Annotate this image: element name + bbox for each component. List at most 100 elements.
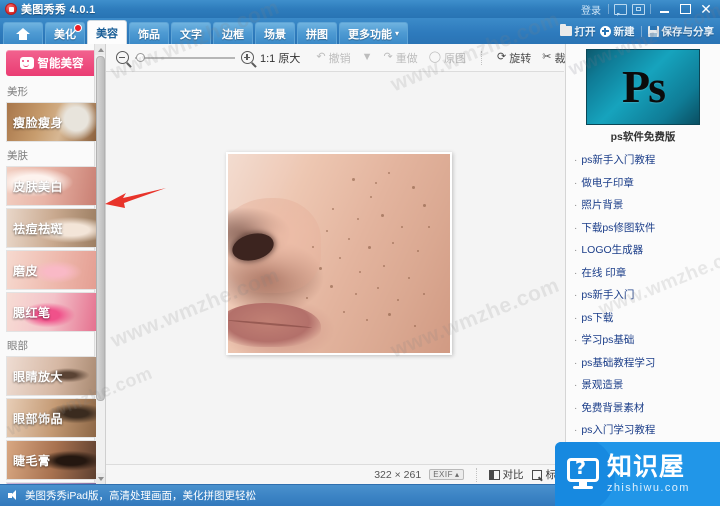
undo-dropdown[interactable]: ▼	[362, 52, 373, 63]
link-label: 景观造景	[581, 379, 624, 391]
list-item[interactable]: · 照片背景	[574, 197, 720, 212]
app-title: 美图秀秀 4.0.1	[21, 4, 96, 16]
list-item[interactable]: · 下载ps修图软件	[574, 220, 720, 235]
tab-label: 饰品	[138, 28, 160, 41]
save-icon	[647, 25, 659, 37]
tab-accessories[interactable]: 饰品	[129, 22, 169, 44]
original-circle-icon: ◯	[428, 51, 441, 63]
list-item[interactable]: · ps下载	[574, 310, 720, 325]
list-item[interactable]: · ps入门学习教程	[574, 422, 720, 437]
ps-logo-text: Ps	[622, 61, 666, 112]
watermark-cn: 知识屋	[607, 453, 686, 482]
tab-label: 美容	[96, 27, 118, 40]
tab-label: 场景	[264, 28, 286, 41]
sidebar-item-eye-enlarge[interactable]: 眼睛放大	[6, 356, 97, 396]
editor-toolbar: 1:1 原大 ↶ 撤销 ▼ ↷ 重做 ◯ 原图 ⟳ 旋转 ✂	[106, 44, 622, 72]
watermark-text: 知识屋 zhishiwu.com	[607, 453, 690, 494]
compare-button[interactable]: 对比	[488, 467, 524, 482]
scroll-down-arrow-icon[interactable]	[95, 473, 105, 484]
image-canvas[interactable]	[106, 72, 564, 464]
list-item[interactable]: · 在线 印章	[574, 265, 720, 280]
list-item[interactable]: · 做电子印章	[574, 175, 720, 190]
redo-label: 重做	[395, 52, 418, 65]
save-share-button[interactable]: 保存与分享	[647, 24, 714, 39]
speaker-icon	[8, 490, 20, 501]
maximize-icon[interactable]	[677, 2, 693, 16]
ad-caption: ps软件免费版	[610, 131, 676, 143]
tab-more-functions[interactable]: 更多功能 ▾	[339, 22, 409, 44]
undo-button[interactable]: ↶ 撤销	[316, 50, 350, 66]
sidebar-item-mascara[interactable]: 睫毛膏	[6, 440, 97, 480]
bullet-icon: ·	[574, 245, 578, 256]
smart-beauty-button[interactable]: 智能美容	[6, 50, 97, 76]
zoom-out-icon[interactable]	[116, 51, 129, 64]
sidebar-item-skin-whitening[interactable]: 皮肤美白	[6, 166, 97, 206]
scroll-up-arrow-icon[interactable]	[95, 44, 105, 55]
close-icon[interactable]: ✕	[698, 2, 714, 16]
bullet-icon: ·	[574, 200, 578, 211]
minimize-icon[interactable]	[656, 2, 672, 16]
sidebar-item-blush-pen[interactable]: 腮红笔	[6, 292, 97, 332]
bullet-icon: ·	[574, 312, 578, 324]
tab-collage[interactable]: 拼图	[297, 22, 337, 44]
sidebar-item-label: 腮红笔	[13, 305, 51, 320]
compare-label: 对比	[502, 469, 524, 481]
list-item[interactable]: · ps新手入门教程	[574, 152, 720, 167]
question-mark: ?	[575, 457, 587, 479]
rotate-button[interactable]: ⟳ 旋转	[497, 50, 531, 66]
ad-card[interactable]: Ps ps软件免费版	[586, 49, 700, 144]
slider-knob[interactable]	[136, 52, 145, 62]
list-item[interactable]: · ps新手入门	[574, 287, 720, 302]
meitu-app-window: 美图秀秀 4.0.1 登录 ✕ 美化 美容 饰品 文字 边框 场景 拼图 更多功…	[0, 0, 720, 506]
sidebar-item-eye-color-change[interactable]: 眼睛变色	[6, 482, 97, 484]
tab-beautify[interactable]: 美化	[45, 22, 85, 44]
open-button[interactable]: 打开	[559, 24, 596, 39]
tab-home[interactable]	[3, 22, 43, 44]
original-label: 原图	[444, 52, 466, 65]
list-item[interactable]: · 景观造景	[574, 377, 720, 392]
message-icon[interactable]	[614, 3, 627, 16]
new-button[interactable]: 新建	[599, 24, 635, 39]
original-button[interactable]: ◯ 原图	[429, 50, 466, 66]
list-item[interactable]: · ps基础教程学习	[574, 355, 720, 370]
zoom-slider[interactable]	[135, 51, 235, 65]
redo-icon: ↷	[383, 51, 393, 63]
sidebar-item-label: 眼部饰品	[13, 411, 64, 426]
divider	[481, 50, 482, 65]
scrollbar-thumb[interactable]	[96, 56, 105, 401]
list-item[interactable]: · 学习ps基础	[574, 332, 720, 347]
chevron-up-icon: ▴	[454, 470, 460, 479]
link-label: LOGO生成器	[581, 244, 644, 256]
sidebar-item-eye-accessories[interactable]: 眼部饰品	[6, 398, 97, 438]
login-link[interactable]: 登录	[581, 2, 601, 17]
sidebar-item-acne-spot-removal[interactable]: 祛痘祛斑	[6, 208, 97, 248]
sidebar-item-skin-smoothing[interactable]: 磨皮	[6, 250, 97, 290]
link-label: ps下载	[581, 311, 614, 324]
meitu-logo-icon	[5, 3, 17, 15]
redo-button[interactable]: ↷ 重做	[383, 50, 417, 66]
link-label: 免费背景素材	[581, 401, 645, 414]
exif-button[interactable]: EXIF ▴	[429, 469, 464, 480]
tab-label: 美化	[54, 28, 76, 41]
ad-sidebar: Ps ps软件免费版 · ps新手入门教程 · 做电子印章 · 照片背景 · 下载ps修…	[565, 44, 720, 484]
restore-icon[interactable]	[632, 3, 645, 15]
link-label: 下载ps修图软件	[581, 221, 656, 234]
image-dimensions: 322 × 261	[374, 468, 422, 481]
bullet-icon: ·	[574, 177, 578, 189]
tab-text[interactable]: 文字	[171, 22, 211, 44]
sidebar-item-label: 皮肤美白	[13, 179, 64, 194]
list-item[interactable]: · LOGO生成器	[574, 242, 720, 257]
tab-frame[interactable]: 边框	[213, 22, 253, 44]
compare-icon	[488, 469, 500, 480]
folder-open-icon	[559, 24, 572, 36]
mark-button[interactable]: 标	[531, 467, 556, 482]
tab-label: 更多功能	[348, 28, 392, 41]
edited-photo[interactable]	[228, 154, 450, 353]
list-item[interactable]: · 免费背景素材	[574, 400, 720, 415]
sidebar-item-slim-face-body[interactable]: 瘦脸瘦身	[6, 102, 97, 142]
status-message-group[interactable]: 美图秀秀iPad版，高清处理画面，美化拼图更轻松	[8, 488, 256, 503]
ad-link-list: · ps新手入门教程 · 做电子印章 · 照片背景 · 下载ps修图软件 · LOGO生成…	[566, 152, 720, 482]
tab-scene[interactable]: 场景	[255, 22, 295, 44]
zoom-in-icon[interactable]	[241, 51, 254, 64]
tab-beauty[interactable]: 美容	[87, 20, 127, 44]
